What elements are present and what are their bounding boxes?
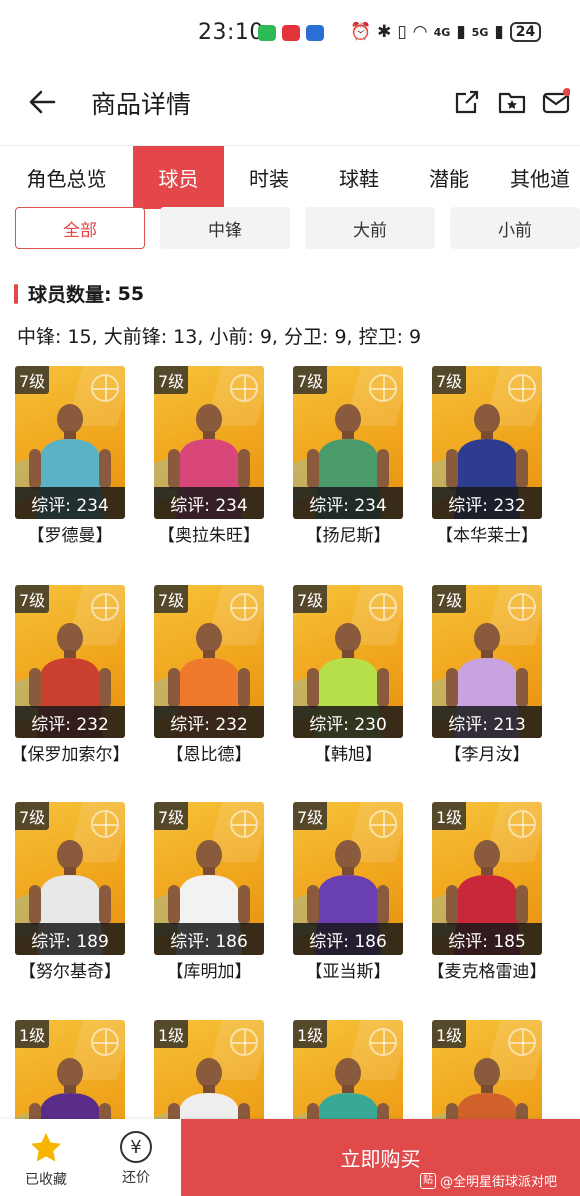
yen-icon: ¥ xyxy=(120,1131,152,1163)
signal-4g-icon: 4G xyxy=(433,25,451,39)
player-card[interactable]: 7级综评: 232 xyxy=(432,366,542,519)
player-card[interactable]: 7级综评: 213 xyxy=(432,585,542,738)
rating-label: 综评: 234 xyxy=(293,487,403,519)
filter-all[interactable]: 全部 xyxy=(15,207,145,249)
favorites-folder-icon[interactable] xyxy=(498,88,526,116)
level-badge: 1级 xyxy=(432,802,467,830)
player-count: 球员数量: 55 xyxy=(14,280,144,307)
player-name: 【麦克格雷迪】 xyxy=(427,962,547,982)
tab-outfits[interactable]: 时装 xyxy=(224,146,314,209)
player-name: 【保罗加索尔】 xyxy=(10,745,130,765)
player-card[interactable]: 7级综评: 230 xyxy=(293,585,403,738)
header: 商品详情 xyxy=(0,64,580,142)
player-name: 【罗德曼】 xyxy=(27,526,113,546)
player-card[interactable]: 7级综评: 186 xyxy=(293,802,403,955)
favorite-label: 已收藏 xyxy=(25,1172,67,1188)
level-badge: 7级 xyxy=(154,802,189,830)
rating-label: 综评: 232 xyxy=(432,487,542,519)
rating-label: 综评: 213 xyxy=(432,706,542,738)
player-card[interactable]: 7级综评: 234 xyxy=(15,366,125,519)
category-tabs: 角色总览 球员 时装 球鞋 潜能 其他道 xyxy=(0,145,580,209)
player-card[interactable]: 7级综评: 232 xyxy=(15,585,125,738)
player-card[interactable]: 1级综评: 185 xyxy=(432,802,542,955)
player-card[interactable]: 7级综评: 232 xyxy=(154,585,264,738)
tieba-icon: 贴 xyxy=(420,1172,436,1189)
rating-label: 综评: 232 xyxy=(154,706,264,738)
player-name: 【李月汝】 xyxy=(444,745,530,765)
rating-label: 综评: 185 xyxy=(432,923,542,955)
watermark-text: @全明星街球派对吧 xyxy=(440,1175,558,1190)
wifi-icon: ◠ xyxy=(412,22,428,42)
level-badge: 7级 xyxy=(15,366,50,394)
tab-overview[interactable]: 角色总览 xyxy=(0,146,133,209)
share-icon[interactable] xyxy=(453,88,481,116)
player-name: 【恩比德】 xyxy=(166,745,252,765)
player-name: 【努尔基奇】 xyxy=(19,962,121,982)
player-name: 【奥拉朱旺】 xyxy=(158,526,260,546)
signal-5g-icon: 5G xyxy=(471,25,489,39)
player-name: 【本华莱士】 xyxy=(436,526,538,546)
filter-center[interactable]: 中锋 xyxy=(160,207,290,249)
player-name: 【亚当斯】 xyxy=(305,962,391,982)
rating-label: 综评: 234 xyxy=(15,487,125,519)
alarm-icon: ⏰ xyxy=(350,22,372,42)
wechat-icon xyxy=(258,25,276,41)
player-card[interactable]: 7级综评: 234 xyxy=(154,366,264,519)
tab-shoes[interactable]: 球鞋 xyxy=(314,146,404,209)
filter-small-forward[interactable]: 小前 xyxy=(450,207,580,249)
watermark: 贴 @全明星街球派对吧 xyxy=(420,1171,557,1190)
level-badge: 7级 xyxy=(432,366,467,394)
rating-label: 综评: 234 xyxy=(154,487,264,519)
level-badge: 1级 xyxy=(432,1020,467,1048)
battery-icon: 24 xyxy=(509,22,542,42)
player-count-value: 55 xyxy=(117,282,145,305)
player-card[interactable]: 7级综评: 186 xyxy=(154,802,264,955)
rating-label: 综评: 186 xyxy=(154,923,264,955)
level-badge: 1级 xyxy=(15,1020,50,1048)
tab-other[interactable]: 其他道 xyxy=(494,146,580,209)
message-icon[interactable] xyxy=(542,88,570,116)
status-bar: 23:10 ⏰ ✱ ▯ ◠ 4G ▮ 5G ▮ 24 xyxy=(0,0,580,64)
back-arrow-icon[interactable] xyxy=(26,86,58,118)
app-notification-icon xyxy=(282,25,300,41)
bargain-button[interactable]: ¥ 还价 xyxy=(98,1119,174,1196)
level-badge: 1级 xyxy=(293,1020,328,1048)
favorite-button[interactable]: 已收藏 xyxy=(8,1119,84,1196)
level-badge: 7级 xyxy=(432,585,467,613)
page-title: 商品详情 xyxy=(91,90,192,119)
rating-label: 综评: 232 xyxy=(15,706,125,738)
status-icons: ⏰ ✱ ▯ ◠ 4G ▮ 5G ▮ 24 xyxy=(350,22,542,42)
tab-potential[interactable]: 潜能 xyxy=(404,146,494,209)
level-badge: 7级 xyxy=(293,802,328,830)
section-marker xyxy=(14,283,18,304)
player-card[interactable]: 7级综评: 189 xyxy=(15,802,125,955)
player-card[interactable]: 7级综评: 234 xyxy=(293,366,403,519)
level-badge: 7级 xyxy=(293,366,328,394)
level-badge: 7级 xyxy=(15,585,50,613)
rating-label: 综评: 186 xyxy=(293,923,403,955)
player-name: 【扬尼斯】 xyxy=(305,526,391,546)
bargain-label: 还价 xyxy=(122,1170,150,1186)
tab-players[interactable]: 球员 xyxy=(133,146,224,209)
filter-power-forward[interactable]: 大前 xyxy=(305,207,435,249)
player-count-label: 球员数量: xyxy=(28,284,112,306)
rating-label: 综评: 230 xyxy=(293,706,403,738)
player-name: 【库明加】 xyxy=(166,962,252,982)
level-badge: 1级 xyxy=(154,1020,189,1048)
rating-label: 综评: 189 xyxy=(15,923,125,955)
signal-bars-icon: ▮ xyxy=(456,22,466,42)
level-badge: 7级 xyxy=(154,585,189,613)
level-badge: 7级 xyxy=(154,366,189,394)
signal-bars-icon: ▮ xyxy=(494,22,504,42)
player-name: 【韩旭】 xyxy=(314,745,382,765)
status-time: 23:10 xyxy=(198,20,264,45)
level-badge: 7级 xyxy=(15,802,50,830)
level-badge: 7级 xyxy=(293,585,328,613)
position-breakdown: 中锋: 15, 大前锋: 13, 小前: 9, 分卫: 9, 控卫: 9 xyxy=(17,326,422,348)
star-icon xyxy=(31,1133,61,1162)
app-notification-icon xyxy=(306,25,324,41)
vibrate-icon: ▯ xyxy=(397,22,407,42)
bluetooth-icon: ✱ xyxy=(377,22,392,42)
